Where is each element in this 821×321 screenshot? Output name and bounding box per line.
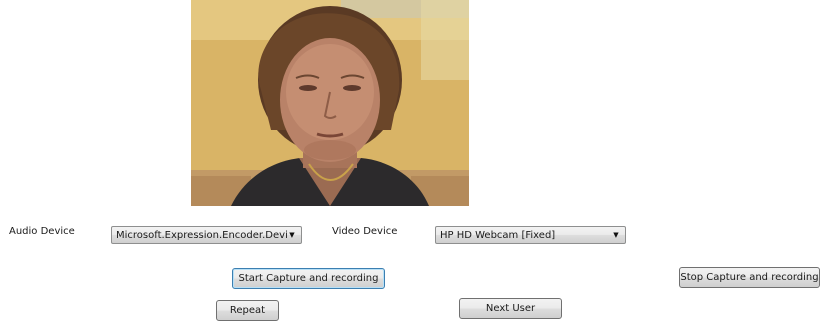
stop-capture-button[interactable]: Stop Capture and recording (679, 267, 820, 288)
audio-device-select[interactable]: Microsoft.Expression.Encoder.Devices ▼ (111, 226, 302, 244)
audio-device-label: Audio Device (9, 226, 75, 237)
next-user-button[interactable]: Next User (459, 298, 562, 319)
chevron-down-icon: ▼ (613, 231, 619, 239)
audio-device-selected-value: Microsoft.Expression.Encoder.Devices (116, 229, 287, 241)
video-device-label: Video Device (332, 226, 398, 237)
webcam-preview (191, 0, 469, 206)
chevron-down-icon: ▼ (289, 231, 295, 239)
video-device-selected-value: HP HD Webcam [Fixed] (440, 229, 556, 241)
start-capture-button[interactable]: Start Capture and recording (232, 268, 385, 289)
repeat-button[interactable]: Repeat (216, 300, 279, 321)
video-device-select[interactable]: HP HD Webcam [Fixed] ▼ (435, 226, 626, 244)
webcam-feed-image (191, 0, 469, 206)
